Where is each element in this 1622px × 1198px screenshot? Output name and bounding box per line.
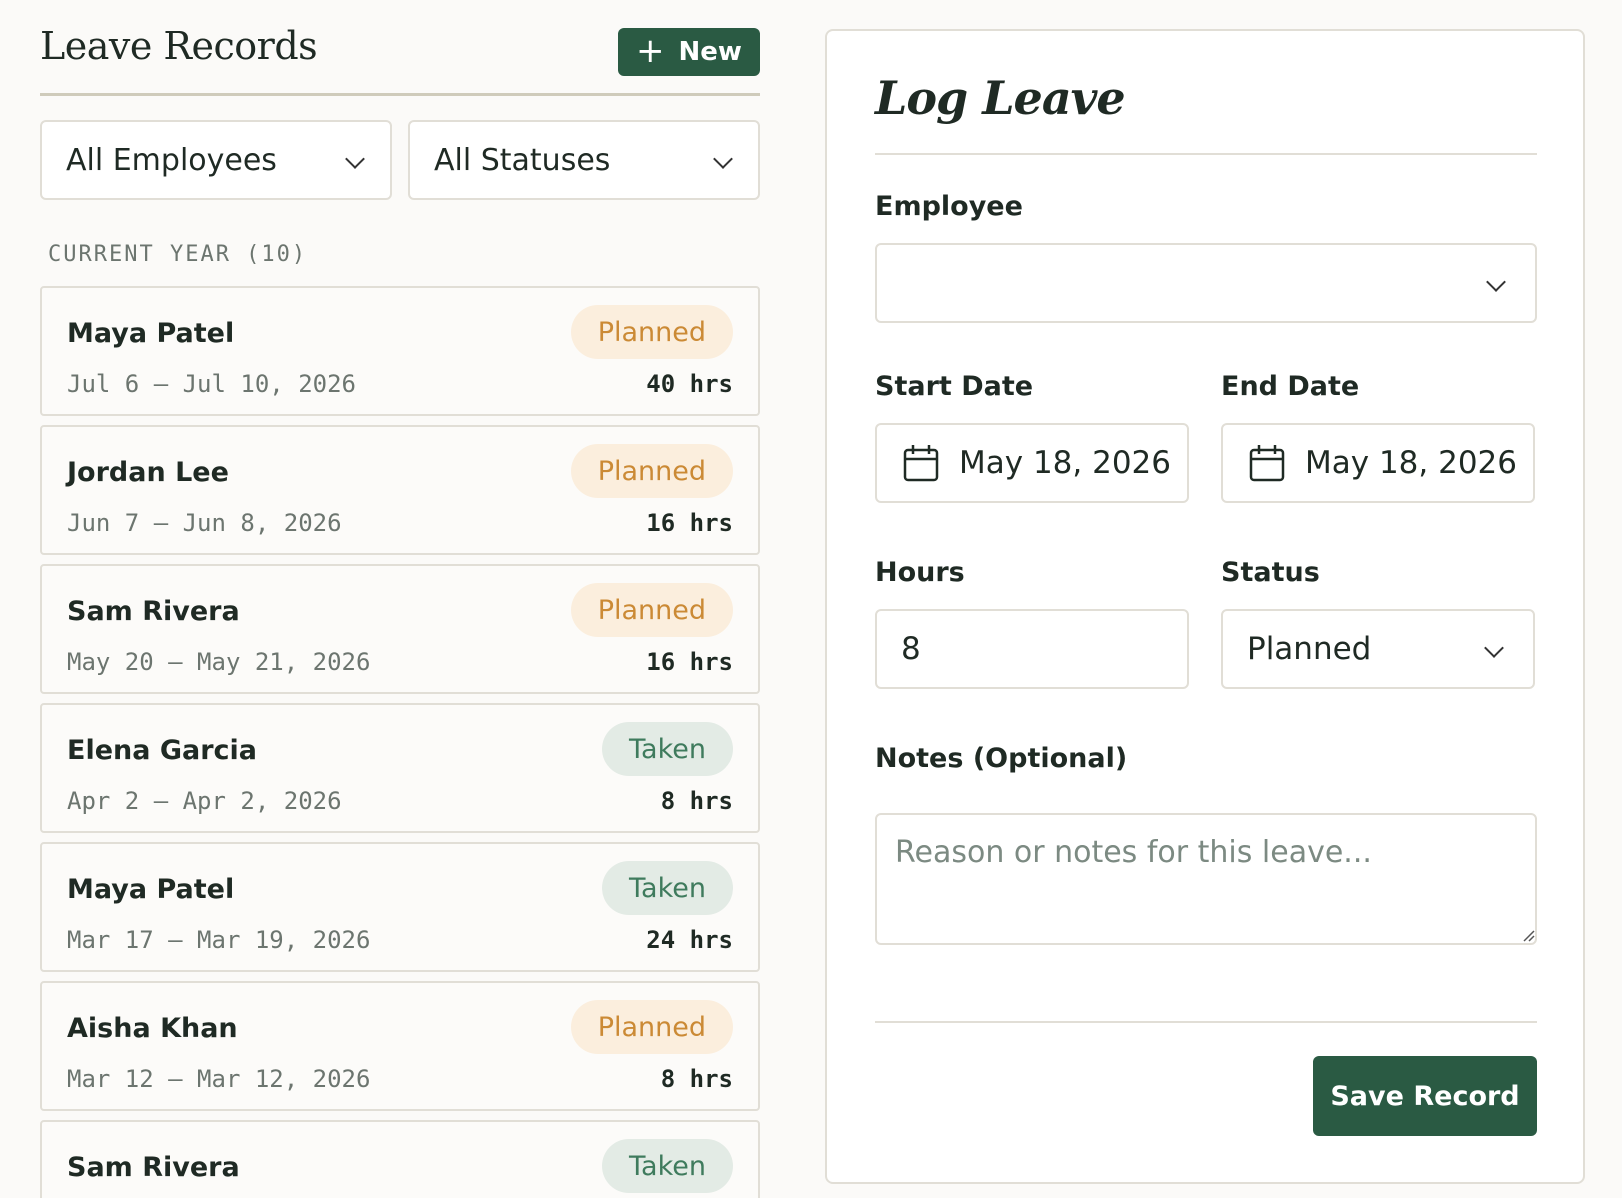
record-card[interactable]: Aisha Khan Planned Mar 12 – Mar 12, 2026 8 … xyxy=(40,981,760,1111)
record-employee-name: Sam Rivera xyxy=(67,1152,240,1183)
record-date-range: Mar 12 – Mar 12, 2026 xyxy=(67,1065,371,1093)
start-date-value: May 18, 2026 xyxy=(959,445,1171,481)
divider xyxy=(875,153,1537,155)
record-date-range: Mar 17 – Mar 19, 2026 xyxy=(67,926,371,954)
record-card[interactable]: Elena Garcia Taken Apr 2 – Apr 2, 2026 8 hr… xyxy=(40,703,760,833)
form-title: Log Leave xyxy=(875,71,1126,125)
record-hours: 8 hrs xyxy=(660,1065,733,1093)
record-card[interactable]: Maya Patel Taken Mar 17 – Mar 19, 2026 24 h… xyxy=(40,842,760,972)
notes-textarea[interactable] xyxy=(875,813,1537,945)
chevron-down-icon xyxy=(1486,272,1506,292)
plus-icon: + xyxy=(636,30,665,71)
calendar-icon xyxy=(903,445,939,482)
status-badge: Taken xyxy=(602,861,733,915)
record-date-range: May 20 – May 21, 2026 xyxy=(67,648,371,676)
chevron-down-icon xyxy=(713,149,733,169)
status-badge: Taken xyxy=(602,722,733,776)
leave-records-panel: Leave Records + New All Employees All St… xyxy=(40,0,760,1198)
page-title: Leave Records xyxy=(40,24,318,68)
employee-filter-select[interactable]: All Employees xyxy=(40,120,392,200)
employee-label: Employee xyxy=(875,191,1023,222)
new-button-label: New xyxy=(678,37,742,67)
record-employee-name: Aisha Khan xyxy=(67,1013,238,1044)
record-card[interactable]: Maya Patel Planned Jul 6 – Jul 10, 2026 40 … xyxy=(40,286,760,416)
end-date-label: End Date xyxy=(1221,371,1360,402)
record-card[interactable]: Sam Rivera Planned May 20 – May 21, 2026 16… xyxy=(40,564,760,694)
record-hours: 16 hrs xyxy=(646,509,733,537)
status-badge: Planned xyxy=(570,305,733,359)
record-employee-name: Sam Rivera xyxy=(67,596,240,627)
resize-handle-icon[interactable] xyxy=(1521,928,1535,942)
notes-label: Notes (Optional) xyxy=(875,743,1128,774)
status-badge: Taken xyxy=(602,1139,733,1193)
status-label: Status xyxy=(1221,557,1320,588)
record-employee-name: Elena Garcia xyxy=(67,735,258,766)
calendar-icon xyxy=(1249,445,1285,482)
start-date-input[interactable]: May 18, 2026 xyxy=(875,423,1189,503)
record-date-range: Jul 6 – Jul 10, 2026 xyxy=(67,370,356,398)
record-employee-name: Maya Patel xyxy=(67,318,235,349)
status-select-value: Planned xyxy=(1247,631,1372,667)
hours-input[interactable]: 8 xyxy=(875,609,1189,689)
divider xyxy=(875,1021,1537,1023)
end-date-value: May 18, 2026 xyxy=(1305,445,1517,481)
record-card[interactable]: Jordan Lee Planned Jun 7 – Jun 8, 2026 16 h… xyxy=(40,425,760,555)
record-card[interactable]: Sam Rivera Taken xyxy=(40,1120,760,1198)
record-employee-name: Jordan Lee xyxy=(67,457,229,488)
record-employee-name: Maya Patel xyxy=(67,874,235,905)
status-filter-value: All Statuses xyxy=(434,142,611,178)
record-hours: 24 hrs xyxy=(646,926,733,954)
list-header: Leave Records + New xyxy=(40,0,760,96)
chevron-down-icon xyxy=(1484,638,1504,658)
record-date-range: Apr 2 – Apr 2, 2026 xyxy=(67,787,342,815)
section-label: CURRENT YEAR (10) xyxy=(48,242,308,267)
record-date-range: Jun 7 – Jun 8, 2026 xyxy=(67,509,342,537)
start-date-label: Start Date xyxy=(875,371,1034,402)
new-record-button[interactable]: + New xyxy=(618,28,760,76)
hours-label: Hours xyxy=(875,557,965,588)
status-badge: Planned xyxy=(570,583,733,637)
employee-select[interactable] xyxy=(875,243,1537,323)
save-record-button[interactable]: Save Record xyxy=(1313,1056,1537,1136)
record-hours: 8 hrs xyxy=(660,787,733,815)
filter-bar: All Employees All Statuses xyxy=(40,120,760,200)
chevron-down-icon xyxy=(345,149,365,169)
status-badge: Planned xyxy=(570,444,733,498)
status-select[interactable]: Planned xyxy=(1221,609,1535,689)
log-leave-form: Log Leave Employee Start Date May 18, 20… xyxy=(825,29,1585,1184)
record-hours: 16 hrs xyxy=(646,648,733,676)
status-badge: Planned xyxy=(570,1000,733,1054)
record-hours: 40 hrs xyxy=(646,370,733,398)
hours-value: 8 xyxy=(901,631,921,667)
status-filter-select[interactable]: All Statuses xyxy=(408,120,760,200)
employee-filter-value: All Employees xyxy=(66,142,277,178)
end-date-input[interactable]: May 18, 2026 xyxy=(1221,423,1535,503)
